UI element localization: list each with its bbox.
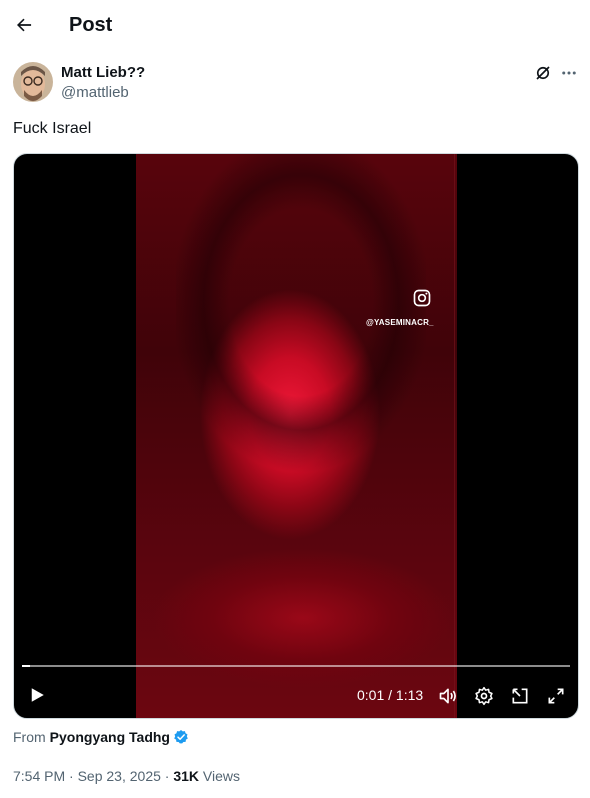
arrow-left-icon bbox=[17, 18, 32, 32]
play-icon bbox=[31, 688, 44, 702]
post-header: Post bbox=[0, 0, 590, 50]
volume-icon bbox=[439, 688, 456, 704]
quote-source: From Pyongyang Tadhg bbox=[13, 728, 189, 746]
author-display-name[interactable]: Matt Lieb?? bbox=[61, 64, 145, 82]
picture-in-picture-icon bbox=[512, 688, 528, 704]
more-options-button[interactable] bbox=[558, 62, 580, 84]
play-button[interactable] bbox=[24, 682, 50, 708]
author-handle[interactable]: @mattlieb bbox=[61, 84, 129, 102]
views-count: 31K bbox=[173, 768, 200, 784]
post-text: Fuck Israel bbox=[13, 120, 92, 137]
video-current-time: 0:01 bbox=[357, 687, 385, 703]
post-time[interactable]: 7:54 PM bbox=[13, 768, 65, 784]
video-player[interactable]: @YASEMINACR_ 0:01 / 1:13 bbox=[13, 153, 579, 719]
verified-badge-icon bbox=[174, 730, 188, 744]
instagram-icon bbox=[413, 289, 431, 307]
grok-button[interactable] bbox=[532, 62, 554, 84]
video-progress-fill bbox=[22, 665, 30, 667]
pip-button[interactable] bbox=[508, 684, 532, 708]
more-icon bbox=[562, 71, 576, 75]
video-progress-bar[interactable] bbox=[22, 665, 570, 667]
source-account-name[interactable]: Pyongyang Tadhg bbox=[50, 728, 170, 746]
post-date[interactable]: Sep 23, 2025 bbox=[78, 768, 161, 784]
post-meta: 7:54 PM · Sep 23, 2025 · 31K Views bbox=[13, 768, 241, 784]
grok-icon bbox=[536, 66, 550, 80]
fullscreen-icon bbox=[548, 688, 564, 704]
video-time-separator: / bbox=[384, 687, 396, 703]
avatar[interactable] bbox=[13, 62, 53, 102]
volume-button[interactable] bbox=[436, 684, 460, 708]
from-label: From bbox=[13, 729, 46, 745]
watermark-handle: @YASEMINACR_ bbox=[366, 318, 434, 327]
back-button[interactable] bbox=[8, 9, 40, 41]
fullscreen-button[interactable] bbox=[544, 684, 568, 708]
video-duration: 1:13 bbox=[395, 687, 424, 703]
video-time: 0:01 / 1:13 bbox=[357, 687, 423, 703]
gear-icon bbox=[475, 686, 493, 706]
views-label: Views bbox=[202, 768, 241, 784]
avatar-image bbox=[13, 62, 53, 102]
video-frame: @YASEMINACR_ bbox=[136, 154, 457, 718]
page-title: Post bbox=[69, 14, 113, 36]
settings-button[interactable] bbox=[472, 684, 496, 708]
